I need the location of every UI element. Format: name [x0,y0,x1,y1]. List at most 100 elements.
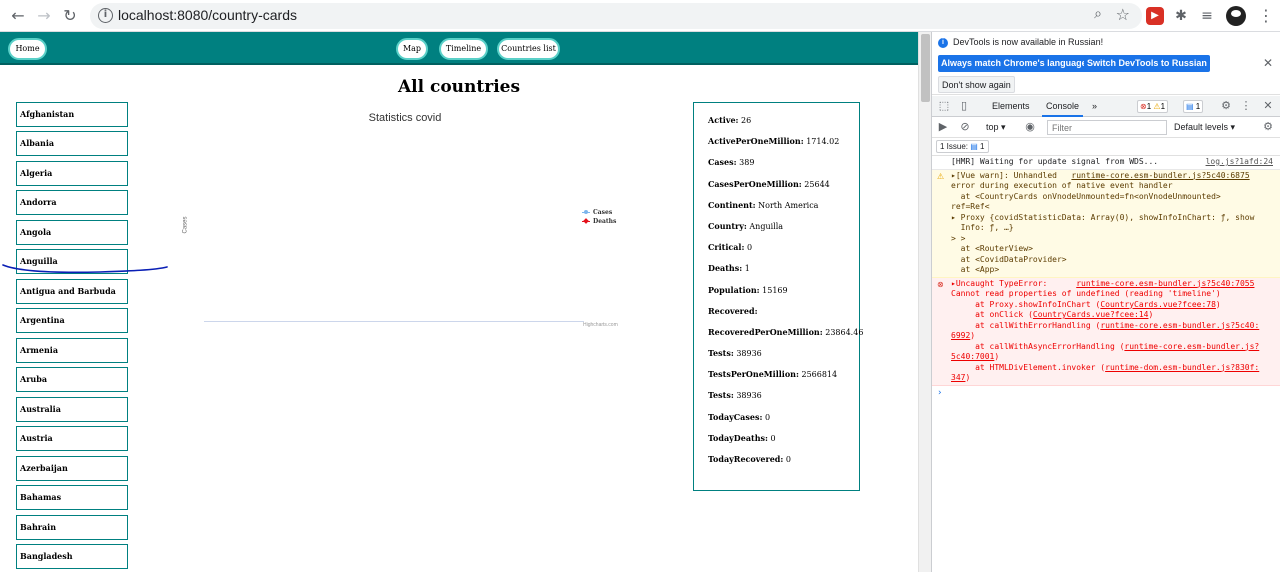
close-icon[interactable]: ✕ [1263,56,1273,70]
stat-value: 38936 [733,349,762,359]
console-source-link[interactable]: CountryCards.vue?fcee:78 [1100,300,1216,309]
country-card[interactable]: Algeria [16,161,128,186]
console-line-text: at HTMLDivElement.invoker ( [951,362,1106,372]
console-line: ▸[Vue warn]: Unhandled runtime-core.esm-… [951,171,1277,182]
console-line-text: ) [970,331,976,340]
log-source-link[interactable]: log.js?1afd:24 [1206,157,1273,168]
log-levels-select[interactable]: Default levels ▾ [1170,117,1239,138]
country-card[interactable]: Afghanistan [16,102,128,127]
more-tabs-icon[interactable]: » [1088,96,1101,117]
stat-key: Critical: [708,242,745,253]
nav-timeline-button[interactable]: Timeline [439,38,488,60]
page-title: All countries [397,77,521,97]
country-card[interactable]: Argentina [16,308,128,333]
console-source-link[interactable]: runtime-core.esm-bundler.js?5c40: [1100,321,1259,330]
console-source-link[interactable]: runtime-core.esm-bundler.js? [1124,342,1259,351]
url-text[interactable]: localhost:8080/country-cards [118,7,297,23]
forward-icon[interactable]: → [34,6,54,26]
tab-console[interactable]: Console [1042,96,1084,117]
back-icon[interactable]: ← [8,6,28,26]
device-toolbar-icon[interactable]: ▯ [957,99,971,113]
site-info-icon[interactable]: i [98,8,113,23]
console-line-text: error during execution of native event h… [951,181,1173,190]
country-card[interactable]: Azerbaijan [16,456,128,481]
console-source-link[interactable]: runtime-dom.esm-bundler.js?830f: [1105,363,1259,372]
console-source-link[interactable]: runtime-core.esm-bundler.js?5c40:7055 [1076,279,1254,288]
country-card[interactable]: Aruba [16,367,128,392]
country-card[interactable]: Armenia [16,338,128,363]
nav-map-button[interactable]: Map [396,38,428,60]
stat-row: TodayDeaths: 0 [708,428,859,449]
switch-russian-button[interactable]: Switch DevTools to Russian [1084,55,1210,72]
legend-item-deaths[interactable]: Deaths [582,217,616,226]
country-card[interactable]: Australia [16,397,128,422]
console-line-text: at <CountryCards onVnodeUnmounted=fn<onV… [951,191,1221,201]
error-count: 1 [1146,102,1152,111]
scrollbar-thumb[interactable] [921,34,930,102]
console-source-link[interactable]: CountryCards.vue?fcee:14 [1033,310,1149,319]
issue-message-icon: ▤ [970,142,978,151]
console-line: ▸Uncaught TypeError: runtime-core.esm-bu… [951,279,1277,290]
nav-home-button[interactable]: Home [8,38,47,60]
more-options-icon[interactable]: ⋮ [1239,99,1253,113]
page-scrollbar[interactable] [918,32,931,572]
console-source-link[interactable]: runtime-core.esm-bundler.js?5c40:6875 [1071,171,1249,180]
console-filter-input[interactable] [1047,120,1167,135]
clear-console-icon[interactable]: ⊘ [958,120,972,134]
chart-credits-link[interactable]: Highcharts.com [583,322,618,328]
context-select[interactable]: top ▾ [982,117,1010,138]
zoom-icon[interactable]: ⌕ [1094,6,1102,22]
country-card[interactable]: Bahamas [16,485,128,510]
country-card[interactable]: Bangladesh [16,544,128,569]
console-line: ref=Ref< [951,202,1277,213]
sidebar-toggle-icon[interactable]: ▶ [936,120,950,134]
issues-button[interactable]: 1 Issue: ▤ 1 [936,140,989,153]
issue-counts-badge[interactable]: ⊗1 ⚠1 [1137,100,1169,113]
nav-countries-button[interactable]: Countries list [497,38,560,60]
issues-label: 1 Issue: [940,142,969,151]
messages-badge[interactable]: ▤ 1 [1183,100,1204,113]
console-line: at callWithAsyncErrorHandling (runtime-c… [951,342,1277,353]
profile-avatar[interactable] [1226,6,1246,26]
browser-menu-icon[interactable]: ⋮ [1258,6,1274,25]
country-card[interactable]: Andorra [16,190,128,215]
console-line-text: ) [1148,310,1154,319]
match-language-button[interactable]: Always match Chrome's language [938,55,1090,72]
country-card[interactable]: Austria [16,426,128,451]
stat-row: ActivePerOneMillion: 1714.02 [708,131,859,152]
chart-title: Statistics covid [368,112,442,124]
settings-gear-icon[interactable]: ⚙ [1219,99,1233,113]
stat-key: Tests: [708,348,734,359]
country-card[interactable]: Albania [16,131,128,156]
inspect-element-icon[interactable]: ⬚ [937,99,951,113]
country-card[interactable]: Antigua and Barbuda [16,279,128,304]
tab-elements[interactable]: Elements [988,96,1034,117]
stat-row: Tests: 38936 [708,343,859,364]
stat-row: Critical: 0 [708,237,859,258]
console-source-link[interactable]: 6992 [951,331,970,340]
dont-show-again-button[interactable]: Don't show again [938,76,1015,93]
address-bar[interactable]: i localhost:8080/country-cards ⌕ ☆ [90,3,1142,29]
extension-red-icon[interactable]: ▶ [1146,7,1164,25]
bookmark-star-icon[interactable]: ☆ [1116,5,1130,24]
chart-x-axis-line [204,321,584,322]
console-settings-icon[interactable]: ⚙ [1261,120,1275,134]
stat-row: TodayRecovered: 0 [708,449,859,470]
close-devtools-icon[interactable]: ✕ [1261,99,1275,113]
eye-icon[interactable]: ◉ [1023,120,1037,134]
console-line: at HTMLDivElement.invoker (runtime-dom.e… [951,363,1277,374]
console-source-link[interactable]: 5c40:7001 [951,352,994,361]
country-card[interactable]: Bahrain [16,515,128,540]
console-prompt[interactable]: › [932,386,1280,398]
stat-key: Cases: [708,157,737,168]
console-source-link[interactable]: 347 [951,373,965,382]
legend-item-cases[interactable]: Cases [582,208,616,217]
country-card[interactable]: Angola [16,220,128,245]
stat-key: TestsPerOneMillion: [708,369,799,380]
reading-list-icon[interactable]: ≡ [1198,7,1216,25]
console-line: at callWithErrorHandling (runtime-core.e… [951,321,1277,332]
country-card[interactable]: Anguilla [16,249,128,274]
extensions-puzzle-icon[interactable]: ✱ [1172,7,1190,25]
reload-icon[interactable]: ↻ [60,6,80,26]
error-lines: ▸Uncaught TypeError: runtime-core.esm-bu… [951,279,1277,384]
